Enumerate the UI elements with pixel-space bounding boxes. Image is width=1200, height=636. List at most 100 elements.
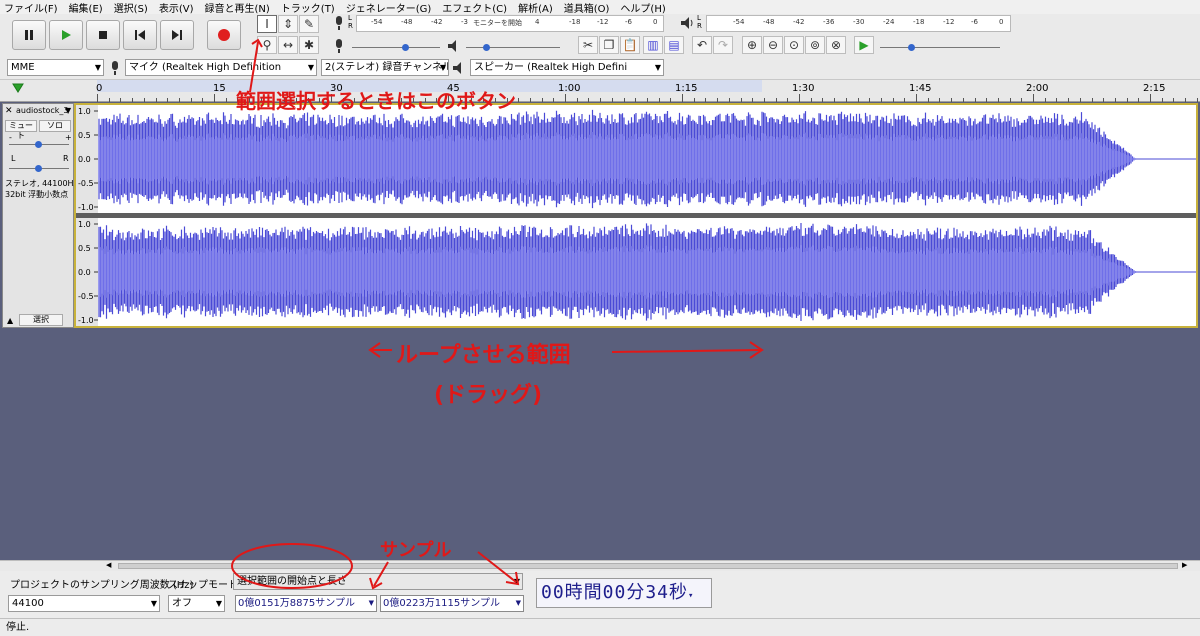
project-rate-select[interactable]: 44100 ▼ xyxy=(8,595,160,612)
audio-position-display[interactable]: 00時間00分34秒▾ xyxy=(536,578,712,608)
track-menu-arrow-icon[interactable]: ▼ xyxy=(65,106,71,115)
waveform-canvas[interactable]: 1.0 0.5 0.0 -0.5 -1.0 1.0 0.5 0.0 -0.5 -1.0 xyxy=(76,105,1196,326)
ruler-tick xyxy=(494,98,496,102)
mute-button[interactable]: ミュート xyxy=(5,120,37,140)
zoom-out-button[interactable]: ⊖ xyxy=(763,36,783,54)
timeshift-tool-button[interactable]: ↔ xyxy=(278,36,298,54)
ruler-label: 2:00 xyxy=(1026,83,1049,94)
recording-volume-slider[interactable] xyxy=(352,47,440,48)
menu-help[interactable]: ヘルプ(H) xyxy=(620,0,665,15)
waveform-area[interactable]: 1.0 0.5 0.0 -0.5 -1.0 1.0 0.5 0.0 -0.5 -1.0 xyxy=(74,103,1198,328)
pause-button[interactable] xyxy=(12,20,46,50)
gain-knob[interactable] xyxy=(35,141,42,148)
silence-button[interactable]: ▤ xyxy=(664,36,684,54)
chevron-down-icon[interactable]: ▼ xyxy=(369,596,374,611)
undo-button[interactable]: ↶ xyxy=(692,36,712,54)
skip-to-start-button[interactable] xyxy=(123,20,157,50)
menu-tools[interactable]: 道具箱(O) xyxy=(564,0,610,15)
zoom-in-button[interactable]: ⊕ xyxy=(742,36,762,54)
chevron-down-icon[interactable]: ▾ xyxy=(688,591,694,601)
track-format-info: ステレオ, 44100Hz xyxy=(5,179,78,188)
selection-length-field[interactable]: 0億0223万1115サンプル ▼ xyxy=(380,595,524,612)
selection-tool-button[interactable]: I xyxy=(257,15,277,33)
close-track-icon[interactable]: ✕ xyxy=(5,106,13,116)
selection-start-field[interactable]: 0億0151万8875サンプル ▼ xyxy=(235,595,377,612)
zoom-in-icon: ⊕ xyxy=(746,38,758,52)
fit-selection-button[interactable]: ⊙ xyxy=(784,36,804,54)
ruler-tick xyxy=(412,98,414,102)
ruler-tick xyxy=(775,98,777,102)
ruler-tick xyxy=(190,98,192,102)
annotation-drag-text: (ドラッグ) xyxy=(434,382,542,408)
selection-mode-select[interactable]: 選択範囲の開始点と長さ ▼ xyxy=(233,573,523,590)
play-speed-knob[interactable] xyxy=(908,44,915,51)
menu-analyze[interactable]: 解析(A) xyxy=(518,0,553,15)
menu-file[interactable]: ファイル(F) xyxy=(4,0,58,15)
solo-button[interactable]: ソロ xyxy=(39,120,71,132)
ruler-tick xyxy=(307,98,309,102)
recording-device-select[interactable]: マイク (Realtek High Definition ▼ xyxy=(125,59,317,76)
menu-select[interactable]: 選択(S) xyxy=(114,0,148,15)
recording-channels-select[interactable]: 2(ステレオ) 録音チャンネル ▼ xyxy=(321,59,449,76)
ruler-tick xyxy=(997,98,999,102)
timeline-ruler[interactable]: 0 15 30 45 1:00 1:15 1:30 1:45 2:00 2:15 xyxy=(0,80,1200,102)
recording-volume-knob[interactable] xyxy=(402,44,409,51)
meter-tick: -54 xyxy=(371,18,383,26)
scroll-thumb[interactable] xyxy=(118,563,1178,569)
envelope-tool-button[interactable]: ⇕ xyxy=(278,15,298,33)
trim-button[interactable]: ▥ xyxy=(643,36,663,54)
copy-button[interactable]: ❐ xyxy=(599,36,619,54)
skip-to-end-button[interactable] xyxy=(160,20,194,50)
ruler-tick xyxy=(822,98,824,102)
ruler-tick xyxy=(1161,98,1163,102)
collapse-track-icon[interactable]: ▲ xyxy=(7,316,13,325)
audio-host-select[interactable]: MME ▼ xyxy=(7,59,104,76)
ruler-tick xyxy=(1196,98,1198,102)
play-speed-slider[interactable] xyxy=(880,47,1000,48)
draw-tool-button[interactable]: ✎ xyxy=(299,15,319,33)
ruler-tick xyxy=(1044,98,1046,102)
track-select-button[interactable]: 選択 xyxy=(19,314,63,326)
record-button[interactable] xyxy=(207,20,241,50)
redo-button[interactable]: ↷ xyxy=(713,36,733,54)
cut-button[interactable]: ✂ xyxy=(578,36,598,54)
track-name-menu[interactable]: audiostock_3 xyxy=(16,106,69,115)
menu-effect[interactable]: エフェクト(C) xyxy=(442,0,507,15)
playback-device-select[interactable]: スピーカー (Realtek High Defini ▼ xyxy=(470,59,664,76)
menu-tracks[interactable]: トラック(T) xyxy=(281,0,335,15)
start-monitoring-text[interactable]: モニターを開始 xyxy=(473,18,522,28)
play-at-speed-button[interactable]: ▶ xyxy=(854,36,874,54)
ruler-tick xyxy=(155,98,157,102)
zoom-tool-button[interactable]: ⚲ xyxy=(257,36,277,54)
menu-edit[interactable]: 編集(E) xyxy=(69,0,103,15)
ruler-tick xyxy=(1185,98,1187,102)
chevron-down-icon[interactable]: ▼ xyxy=(516,596,521,611)
snap-mode-select[interactable]: オフ ▼ xyxy=(168,595,225,612)
menu-transport[interactable]: 録音と再生(N) xyxy=(205,0,270,15)
play-head-triangle-icon[interactable] xyxy=(12,83,24,93)
playback-volume-slider[interactable] xyxy=(466,47,560,48)
chevron-down-icon: ▼ xyxy=(307,63,314,72)
scroll-right-icon[interactable]: ▶ xyxy=(1182,561,1187,569)
play-button[interactable] xyxy=(49,20,83,50)
ruler-tick xyxy=(1150,94,1151,102)
scroll-left-icon[interactable]: ◀ xyxy=(106,561,111,569)
horizontal-scrollbar[interactable]: ◀ ▶ xyxy=(0,560,1200,571)
menu-generate[interactable]: ジェネレーター(G) xyxy=(346,0,432,15)
ruler-tick xyxy=(284,98,286,102)
fit-project-button[interactable]: ⊚ xyxy=(805,36,825,54)
menu-bar: ファイル(F) 編集(E) 選択(S) 表示(V) 録音と再生(N) トラック(… xyxy=(0,0,1200,15)
ruler-tick xyxy=(857,98,859,102)
multi-tool-button[interactable]: ✱ xyxy=(299,36,319,54)
recording-meter[interactable]: -54 -48 -42 -3 モニターを開始 4 -18 -12 -6 0 xyxy=(356,15,664,32)
paste-button[interactable]: 📋 xyxy=(620,36,640,54)
playback-meter[interactable]: -54 -48 -42 -36 -30 -24 -18 -12 -6 0 xyxy=(706,15,1011,32)
pan-knob[interactable] xyxy=(35,165,42,172)
amplitude-label: 1.0 xyxy=(78,107,91,116)
skip-start-icon xyxy=(135,30,145,40)
ruler-tick xyxy=(927,98,929,102)
zoom-toggle-button[interactable]: ⊗ xyxy=(826,36,846,54)
playback-volume-knob[interactable] xyxy=(483,44,490,51)
menu-view[interactable]: 表示(V) xyxy=(159,0,194,15)
stop-button[interactable] xyxy=(86,20,120,50)
